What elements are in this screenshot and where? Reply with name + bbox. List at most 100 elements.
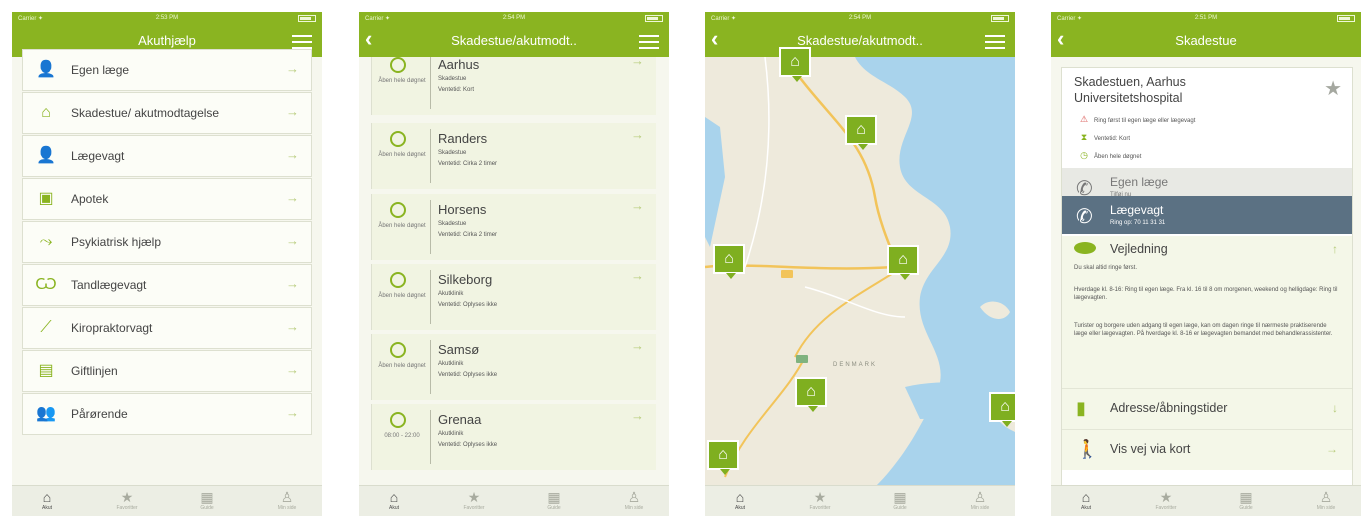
map-pin-house-icon[interactable]: ⌂: [887, 245, 919, 280]
info-row: ◷ Åben hele døgnet: [1074, 150, 1141, 161]
list-item-laegevagt[interactable]: 👤 Lægevagt →: [22, 135, 312, 177]
guidance-text: Du skal altid ringe først.: [1074, 265, 1138, 271]
clock-icon: [390, 131, 406, 147]
favorite-star-icon[interactable]: ★: [1324, 76, 1342, 101]
book-icon: ▦: [1239, 489, 1253, 505]
page-title: Akuthjælp: [138, 33, 196, 48]
tab-label: Akut: [734, 505, 745, 511]
arrow-right-icon: →: [631, 338, 644, 353]
divider: [430, 270, 431, 324]
call-sub: Ring op: 70 11 31 31: [1110, 220, 1166, 226]
map-pin-house-icon[interactable]: ⌂: [795, 377, 827, 412]
list-item-label: Tandlægevagt: [71, 278, 147, 292]
arrow-right-icon: →: [631, 268, 644, 283]
tab-label: Akut: [41, 505, 52, 511]
facility-type: Skadestue: [438, 221, 467, 227]
map-view[interactable]: DENMARK ⌂ ⌂ ⌂ ⌂ ⌂ ⌂ ⌂: [705, 47, 1015, 487]
arrow-down-icon: ↓: [1332, 401, 1338, 415]
facility-type: Akutklinik: [438, 291, 464, 297]
poison-icon: ▤: [38, 362, 54, 379]
tab-guide[interactable]: ▦ Guide: [187, 489, 227, 512]
map-pin-house-icon[interactable]: ⌂: [845, 115, 877, 150]
menu-icon[interactable]: [985, 35, 1005, 49]
list-item-giftlinjen[interactable]: ▤ Giftlinjen →: [22, 350, 312, 392]
arrow-right-icon: →: [631, 198, 644, 213]
guidance-title: Vejledning: [1110, 242, 1168, 256]
opening-hours: Åben hele døgnet: [378, 223, 426, 229]
list-item[interactable]: Åben hele døgnet Randers Skadestue Vente…: [371, 123, 656, 189]
list-item-label: Apotek: [71, 192, 109, 206]
list-item-label: Egen læge: [71, 63, 130, 77]
list-item-kiropraktor[interactable]: ⟋ Kiropraktorvagt →: [22, 307, 312, 349]
tab-akut[interactable]: ⌂ Akut: [720, 489, 760, 512]
map-pin-house-icon[interactable]: ⌂: [707, 440, 739, 475]
tab-akut[interactable]: ⌂ Akut: [374, 489, 414, 512]
list-item[interactable]: Åben hele døgnet Samsø Akutklinik Ventet…: [371, 334, 656, 400]
list-item[interactable]: Åben hele døgnet Aarhus Skadestue Ventet…: [371, 57, 656, 115]
list-item-paaroerende[interactable]: 👥 Pårørende →: [22, 393, 312, 435]
route-via-map-button[interactable]: 🚶 Vis vej via kort →: [1062, 429, 1352, 470]
back-icon[interactable]: ‹: [1057, 28, 1064, 50]
tab-guide[interactable]: ▦ Guide: [880, 489, 920, 512]
phone-icon: ✆: [1076, 206, 1093, 228]
tab-min-side[interactable]: ♙ Min side: [267, 489, 307, 512]
facility-type: Akutklinik: [438, 361, 464, 367]
hourglass-icon: ⧗: [1080, 132, 1088, 142]
status-time: 2:53 PM: [155, 15, 179, 21]
menu-icon[interactable]: [639, 35, 659, 49]
map-pin-house-icon[interactable]: ⌂: [713, 244, 745, 279]
address-opening-hours-button[interactable]: ▮ Adresse/åbningstider ↓: [1062, 388, 1352, 429]
map-pin-house-icon[interactable]: ⌂: [779, 47, 811, 82]
map-pin-house-icon[interactable]: ⌂: [989, 392, 1015, 427]
tab-label: Guide: [893, 505, 907, 511]
tab-akut[interactable]: ⌂ Akut: [27, 489, 67, 512]
arrow-right-icon: →: [286, 233, 299, 248]
back-icon[interactable]: ‹: [365, 28, 372, 50]
wait-time: Ventetid: Oplyses ikke: [438, 372, 498, 378]
tab-favoritter[interactable]: ★ Favoritter: [1146, 489, 1186, 512]
clock-icon: [390, 342, 406, 358]
arrow-right-icon: →: [631, 408, 644, 423]
battery-icon: [991, 15, 1009, 22]
tab-min-side[interactable]: ♙ Min side: [614, 489, 654, 512]
star-icon: ★: [1159, 489, 1173, 505]
status-bar: Carrier ✦ 2:51 PM: [1051, 12, 1361, 25]
tab-favoritter[interactable]: ★ Favoritter: [107, 489, 147, 512]
wait-time: Ventetid: Cirka 2 timer: [438, 232, 498, 238]
list-item[interactable]: 08:00 - 22:00 Grenaa Akutklinik Ventetid…: [371, 404, 656, 470]
list-item-egen-laege[interactable]: 👤 Egen læge →: [22, 49, 312, 91]
list-item[interactable]: Åben hele døgnet Horsens Skadestue Vente…: [371, 194, 656, 260]
list-item-tandlaege[interactable]: Ѡ Tandlægevagt →: [22, 264, 312, 306]
menu-icon[interactable]: [292, 35, 312, 49]
arrow-right-icon: →: [286, 190, 299, 205]
back-icon[interactable]: ‹: [711, 28, 718, 50]
call-laegevagt-button[interactable]: ✆ Lægevagt Ring op: 70 11 31 31: [1062, 196, 1352, 234]
tab-min-side[interactable]: ♙ Min side: [960, 489, 1000, 512]
city-name: Silkeborg: [438, 272, 493, 287]
city-name: Samsø: [438, 342, 480, 357]
opening-hours: Åben hele døgnet: [378, 293, 426, 299]
divider: [430, 410, 431, 464]
wait-time: Ventetid: Oplyses ikke: [438, 442, 498, 448]
list-item-skadestue[interactable]: ⌂ Skadestue/ akutmodtagelse →: [22, 92, 312, 134]
tab-favoritter[interactable]: ★ Favoritter: [800, 489, 840, 512]
tab-min-side[interactable]: ♙ Min side: [1306, 489, 1346, 512]
list-item-psykiatrisk[interactable]: ⤳ Psykiatrisk hjælp →: [22, 221, 312, 263]
screen-skadestue-list: Carrier ✦ 2:54 PM ‹ Skadestue/akutmodt..…: [359, 12, 669, 516]
arrow-right-icon: →: [286, 319, 299, 334]
tab-favoritter[interactable]: ★ Favoritter: [454, 489, 494, 512]
doctor-icon: 👤: [36, 147, 56, 164]
arrow-right-icon: →: [631, 127, 644, 142]
status-time: 2:54 PM: [848, 15, 872, 21]
list-item[interactable]: Åben hele døgnet Silkeborg Akutklinik Ve…: [371, 264, 656, 330]
chiropractor-icon: ⟋: [40, 319, 52, 336]
tab-guide[interactable]: ▦ Guide: [534, 489, 574, 512]
tab-akut[interactable]: ⌂ Akut: [1066, 489, 1106, 512]
collapse-arrow-icon[interactable]: ↑: [1332, 242, 1338, 256]
info-row: ⚠ Ring først til egen læge eller lægevagt: [1074, 114, 1195, 125]
list-item-apotek[interactable]: ▣ Apotek →: [22, 178, 312, 220]
book-icon: ▦: [547, 489, 561, 505]
tab-guide[interactable]: ▦ Guide: [1226, 489, 1266, 512]
house-icon: ⌂: [41, 104, 51, 121]
opening-hours: Åben hele døgnet: [378, 152, 426, 158]
